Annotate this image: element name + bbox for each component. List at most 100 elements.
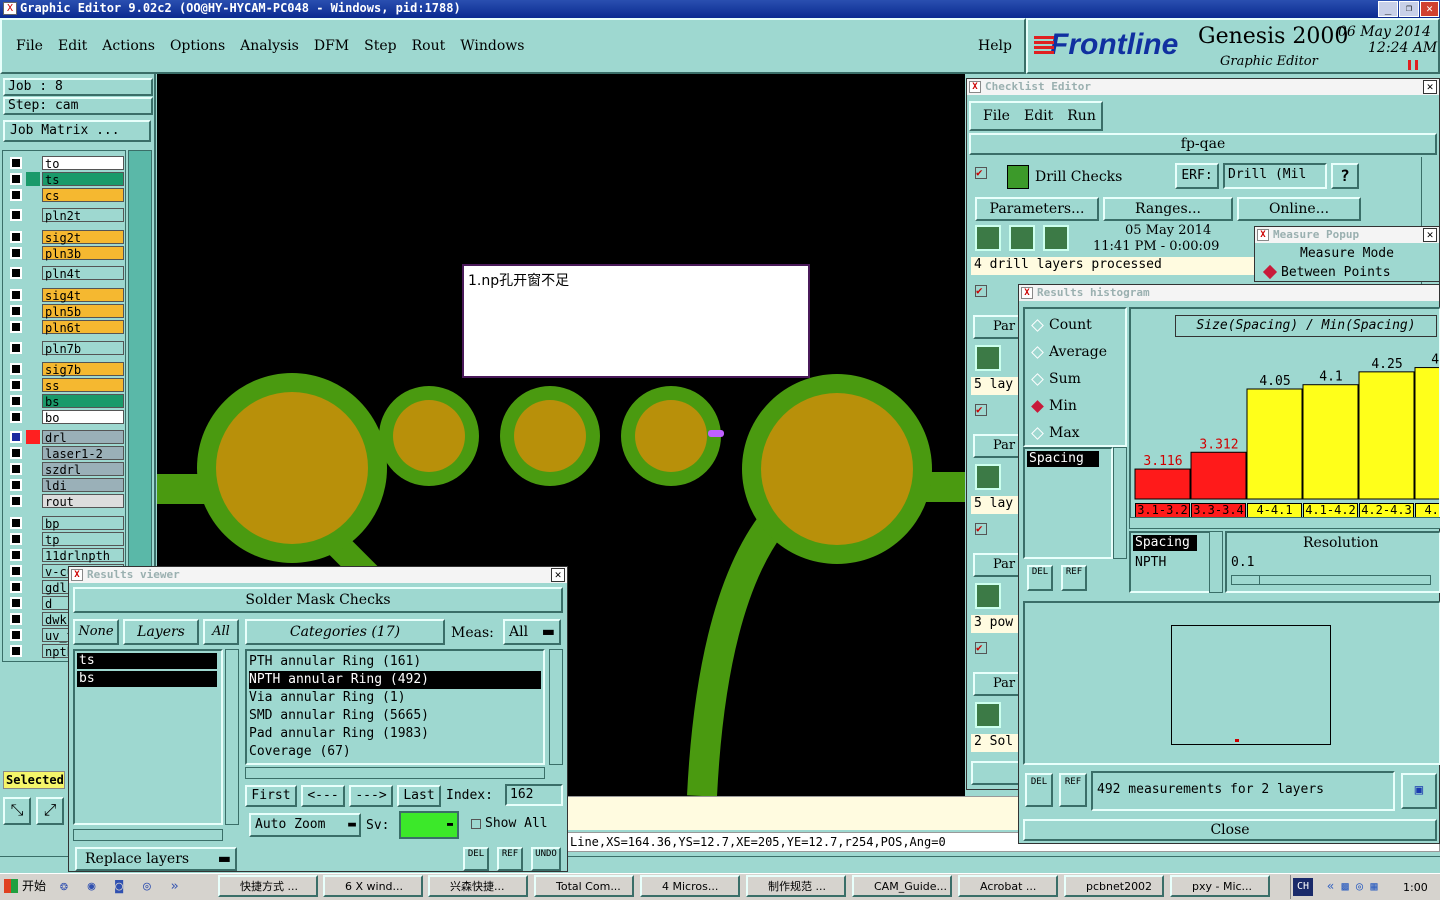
layer-row-sig2t[interactable]: sig2t [8,230,124,245]
layer-name[interactable]: sig7b [42,362,124,377]
layers-button[interactable]: Layers [123,619,199,645]
menu-actions[interactable]: Actions [102,38,155,54]
layer-name[interactable]: sig4t [42,288,124,303]
spacing-selected[interactable]: Spacing [1133,535,1197,551]
layer-row-bp[interactable]: bp [8,516,124,531]
checklist-menu-run[interactable]: Run [1067,103,1096,129]
layer-color-swatch[interactable] [26,341,40,355]
layer-checkbox[interactable] [10,321,22,333]
layer-row-ldi[interactable]: ldi [8,478,124,493]
layer-checkbox[interactable] [10,613,22,625]
taskbar-item[interactable]: 4 Micros... [640,875,740,897]
window-menu-icon[interactable]: X [71,569,83,581]
layer-row-bs[interactable]: bs [8,394,124,409]
run-check-icon-5[interactable] [975,702,1001,728]
layer-checkbox[interactable] [10,517,22,529]
taskbar-item[interactable]: 制作规范 ... [746,875,846,897]
menu-edit[interactable]: Edit [58,38,87,54]
layer-row-pln7b[interactable]: pln7b [8,341,124,356]
layer-name[interactable]: pln2t [42,208,124,223]
layer-color-swatch[interactable] [26,564,40,578]
categories-button[interactable]: Categories (17) [245,619,445,645]
show-all-checkbox[interactable] [471,819,481,829]
layer-name[interactable]: 11drlnpth [42,548,124,563]
layer-row-pln2t[interactable]: pln2t [8,208,124,223]
layer-checkbox[interactable] [10,549,22,561]
taskbar-item[interactable]: CAM_Guide... [852,875,952,897]
option-average-radio[interactable] [1031,346,1044,359]
checklist-check-2[interactable]: ✔ [975,285,987,297]
layer-checkbox[interactable] [10,363,22,375]
layer-row-pln4t[interactable]: pln4t [8,266,124,281]
option-sum-radio[interactable] [1031,373,1044,386]
layer-color-swatch[interactable] [26,362,40,376]
layer-checkbox[interactable] [10,463,22,475]
par-button-5[interactable]: Par [973,672,1021,696]
run-check-icon-2[interactable] [975,345,1001,371]
layer-name[interactable]: pln3b [42,246,124,261]
checklist-check-3[interactable]: ✔ [975,404,987,416]
layer-color-swatch[interactable] [26,156,40,170]
layer-name[interactable]: pln6t [42,320,124,335]
layer-row-ts[interactable]: ts [8,172,124,187]
help-button[interactable]: ? [1331,163,1359,189]
layer-checkbox[interactable] [10,495,22,507]
layer-color-swatch[interactable] [26,462,40,476]
field-list-spacing[interactable]: Spacing [1027,451,1099,467]
layer-row-laser1-2[interactable]: laser1-2 [8,446,124,461]
layer-name[interactable]: cs [42,188,124,203]
histogram-close-button[interactable]: Close [1023,819,1437,841]
layer-row-pln5b[interactable]: pln5b [8,304,124,319]
category-pth[interactable]: PTH annular Ring (161) [249,653,541,671]
taskbar-item[interactable]: pxy - Mic... [1170,875,1270,897]
layer-checkbox[interactable] [10,581,22,593]
run-check-icon-4[interactable] [975,583,1001,609]
window-menu-icon[interactable]: X [1021,287,1033,299]
layer-checkbox[interactable] [10,379,22,391]
option-max-radio[interactable] [1031,427,1044,440]
all-button[interactable]: All [203,619,239,645]
checklist-menu-file[interactable]: File [983,103,1010,129]
menu-options[interactable]: Options [170,38,225,54]
option-count-radio[interactable] [1031,319,1044,332]
histogram-bar[interactable] [1414,367,1440,500]
layer-name[interactable]: laser1-2 [42,446,124,461]
layer-name[interactable]: pln7b [42,341,124,356]
replace-layers-select[interactable]: Replace layers ▬ [75,847,237,871]
menu-dfm[interactable]: DFM [314,38,349,54]
layer-name[interactable]: to [42,156,124,171]
layer-name[interactable]: drl [42,430,124,445]
layer-row-szdrl[interactable]: szdrl [8,462,124,477]
layer-color-swatch[interactable] [26,644,40,658]
layer-checkbox[interactable] [10,629,22,641]
layer-color-swatch[interactable] [26,494,40,508]
first-button[interactable]: First [245,785,297,807]
layer-checkbox[interactable] [10,157,22,169]
layer-name[interactable]: pln4t [42,266,124,281]
checklist-menu-edit[interactable]: Edit [1024,103,1053,129]
layer-name[interactable]: ts [42,172,124,187]
layer-row-11drlnpth[interactable]: 11drlnpth [8,548,124,563]
results-viewer-close-button[interactable]: ✕ [551,568,565,582]
option-min-radio[interactable] [1031,400,1044,413]
layer-checkbox[interactable] [10,173,22,185]
layer-color-swatch[interactable] [26,580,40,594]
layer-checkbox[interactable] [10,209,22,221]
layer-list-item-bs[interactable]: bs [77,671,217,687]
layer-color-swatch[interactable] [26,246,40,260]
layer-color-swatch[interactable] [26,266,40,280]
histogram-bar[interactable] [1190,451,1247,500]
menu-windows[interactable]: Windows [460,38,524,54]
undo-button[interactable]: UNDO [531,847,561,871]
spacing-scrollbar[interactable] [1209,531,1223,593]
categories-scrollbar[interactable] [549,649,563,765]
layer-checkbox[interactable] [10,231,22,243]
layer-color-swatch[interactable] [26,532,40,546]
close-window-button[interactable]: ✕ [1420,1,1439,17]
category-npth[interactable]: NPTH annular Ring (492) [249,671,541,689]
par-button-4[interactable]: Par [973,553,1021,577]
sv-color-select[interactable]: ▬ [399,811,459,839]
between-points-radio[interactable] [1262,264,1278,280]
category-smd[interactable]: SMD annular Ring (5665) [249,707,541,725]
category-via[interactable]: Via annular Ring (1) [249,689,541,707]
